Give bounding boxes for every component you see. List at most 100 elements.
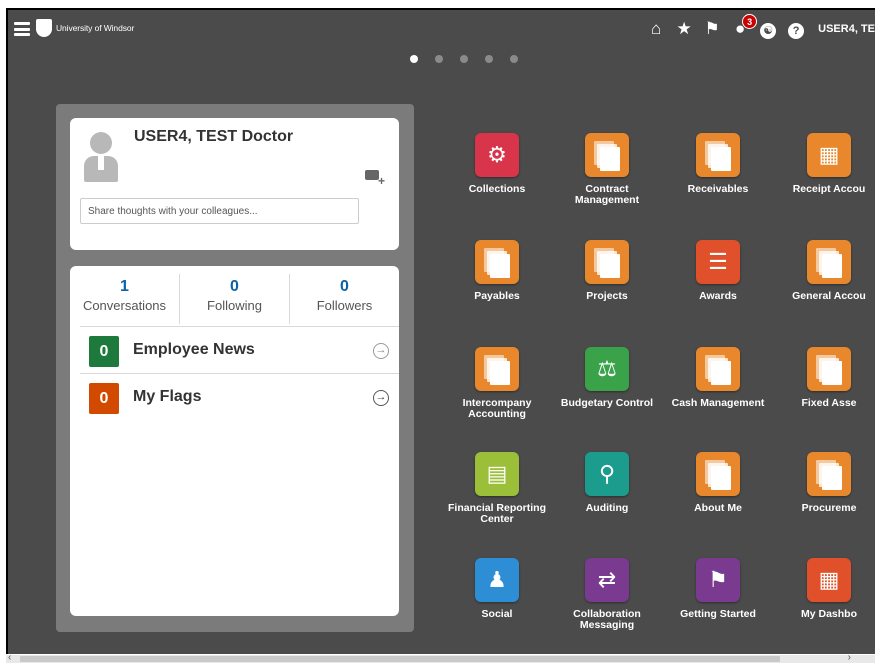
app-label: Cash Management [671, 397, 765, 409]
my-flags-row[interactable]: 0 My Flags → [80, 373, 399, 419]
audit-icon: ⚲ [585, 452, 629, 496]
user-menu[interactable]: USER4, TE [818, 23, 875, 35]
stack-icon [807, 347, 851, 391]
accessibility-icon[interactable]: ☯ [754, 17, 782, 41]
stat-followers[interactable]: 0 Followers [290, 274, 399, 324]
employee-news-row[interactable]: 0 Employee News → [80, 326, 399, 372]
app-tile-payables[interactable]: Payables [442, 240, 552, 302]
employee-news-title: Employee News [133, 341, 255, 358]
app-tile-cash-management[interactable]: Cash Management [663, 347, 773, 409]
app-label: Intercompany Accounting [462, 397, 532, 420]
stack-icon [807, 240, 851, 284]
app-frame: University of Windsor ⌂ ★ ⚑ ● 3 ☯ ? USER4… [6, 8, 875, 654]
arrow-right-icon[interactable]: → [373, 390, 389, 406]
social-stats: 1 Conversations 0 Following 0 Followers [70, 274, 399, 324]
profile-name[interactable]: USER4, TEST Doctor [134, 128, 293, 146]
university-logo[interactable]: University of Windsor [36, 18, 134, 38]
pager-dot[interactable] [410, 55, 418, 63]
logo-text: University of Windsor [56, 23, 135, 33]
exchange-icon: ⇄ [585, 558, 629, 602]
app-tile-procureme[interactable]: Procureme [774, 452, 875, 514]
scroll-right-icon[interactable]: › [848, 652, 851, 663]
stat-conversations[interactable]: 1 Conversations [70, 274, 180, 324]
app-label: About Me [694, 502, 742, 514]
header-actions: ⌂ ★ ⚑ ● 3 ☯ ? USER4, TE [642, 14, 875, 41]
dashboard-icon: ▦ [807, 558, 851, 602]
share-thoughts-input[interactable] [80, 198, 359, 224]
my-flags-title: My Flags [133, 388, 202, 405]
pager-dot[interactable] [460, 55, 468, 63]
bell-icon[interactable]: ● 3 [726, 14, 758, 41]
scroll-icon: ☰ [696, 240, 740, 284]
app-tile-projects[interactable]: Projects [552, 240, 662, 302]
app-tile-social[interactable]: ♟ Social [442, 558, 552, 620]
flag-icon[interactable]: ⚑ [698, 17, 726, 41]
app-label: Procureme [801, 502, 857, 514]
app-tile-auditing[interactable]: ⚲ Auditing [552, 452, 662, 514]
app-tile-my-dashbo[interactable]: ▦ My Dashbo [774, 558, 875, 620]
stack-icon [475, 347, 519, 391]
scroll-left-icon[interactable]: ‹ [8, 652, 11, 663]
avatar[interactable] [84, 132, 118, 182]
scales-icon: ⚖ [585, 347, 629, 391]
welcome-panel: USER4, TEST Doctor + 1 Conversations 0 F… [56, 104, 414, 632]
app-label: Collections [468, 183, 526, 195]
app-tile-general-accou[interactable]: General Accou [774, 240, 875, 302]
app-tile-about-me[interactable]: About Me [663, 452, 773, 514]
stat-following[interactable]: 0 Following [180, 274, 290, 324]
horizontal-scrollbar[interactable]: ‹ › [6, 652, 875, 663]
app-tile-receivables[interactable]: Receivables [663, 133, 773, 195]
my-flags-count: 0 [89, 383, 119, 414]
app-label: Collaboration Messaging [573, 608, 641, 631]
stack-icon [696, 452, 740, 496]
stack-icon [585, 133, 629, 177]
help-icon[interactable]: ? [782, 17, 810, 41]
stack-icon [807, 452, 851, 496]
logo-shield-icon [36, 19, 52, 37]
app-tile-intercompany-accounting[interactable]: Intercompany Accounting [442, 347, 552, 420]
app-tile-awards[interactable]: ☰ Awards [663, 240, 773, 302]
arrow-right-icon[interactable]: → [373, 343, 389, 359]
app-tile-getting-started[interactable]: ⚑ Getting Started [663, 558, 773, 620]
app-label: Social [481, 608, 513, 620]
social-icon: ♟ [475, 558, 519, 602]
app-tile-collections[interactable]: ⚙ Collections [442, 133, 552, 195]
app-tile-contract-management[interactable]: Contract Management [552, 133, 662, 206]
app-label: Getting Started [680, 608, 756, 620]
pager-dot[interactable] [435, 55, 443, 63]
app-label: Receivables [687, 183, 749, 195]
scrollbar-thumb[interactable] [20, 656, 780, 662]
hamburger-icon[interactable] [14, 22, 30, 36]
stack-icon [475, 240, 519, 284]
pager-dot[interactable] [510, 55, 518, 63]
receipt-icon: ▦ [807, 133, 851, 177]
flag-icon: ⚑ [696, 558, 740, 602]
app-label: Auditing [585, 502, 629, 514]
social-card: 1 Conversations 0 Following 0 Followers … [70, 266, 399, 616]
app-tile-fixed-asse[interactable]: Fixed Asse [774, 347, 875, 409]
collections-icon: ⚙ [475, 133, 519, 177]
report-icon: ▤ [475, 452, 519, 496]
stack-icon [696, 133, 740, 177]
app-tile-collaboration-messaging[interactable]: ⇄ Collaboration Messaging [552, 558, 662, 631]
global-header: University of Windsor ⌂ ★ ⚑ ● 3 ☯ ? USER4… [8, 10, 875, 50]
employee-news-count: 0 [89, 336, 119, 367]
stack-icon [696, 347, 740, 391]
app-tile-financial-reporting-center[interactable]: ▤ Financial Reporting Center [442, 452, 552, 525]
home-icon[interactable]: ⌂ [642, 17, 670, 41]
app-label: Receipt Accou [792, 183, 866, 195]
app-tile-receipt-accou[interactable]: ▦ Receipt Accou [774, 133, 875, 195]
pager-dot[interactable] [485, 55, 493, 63]
app-label: Contract Management [574, 183, 640, 206]
profile-card: USER4, TEST Doctor + [70, 118, 399, 250]
app-label: Budgetary Control [560, 397, 654, 409]
add-conversation-icon[interactable]: + [365, 170, 385, 187]
app-label: General Accou [792, 290, 866, 302]
app-label: Projects [586, 290, 628, 302]
app-label: Payables [474, 290, 520, 302]
stack-icon [585, 240, 629, 284]
star-icon[interactable]: ★ [670, 17, 698, 41]
app-tile-budgetary-control[interactable]: ⚖ Budgetary Control [552, 347, 662, 409]
page-pager [410, 55, 535, 63]
app-label: Financial Reporting Center [447, 502, 546, 525]
